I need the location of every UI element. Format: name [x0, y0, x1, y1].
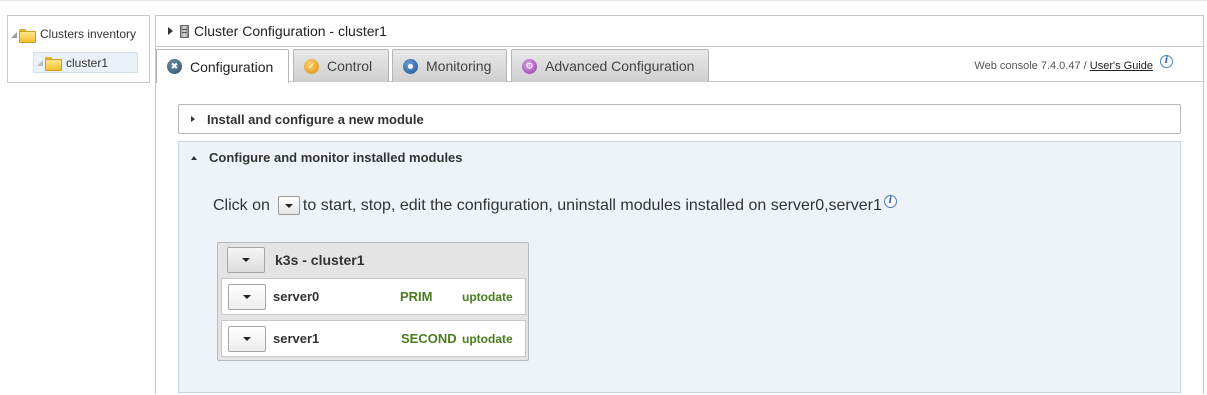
tab-label: Advanced Configuration [545, 58, 695, 74]
tree-root-clusters-inventory[interactable]: Clusters inventory [11, 25, 136, 43]
dropdown-example-button[interactable] [277, 196, 300, 215]
tree-expand-icon[interactable] [11, 31, 18, 38]
users-guide-link[interactable]: User's Guide [1090, 60, 1153, 72]
collapsed-arrow-icon [191, 116, 195, 122]
module-menu-button[interactable] [227, 246, 265, 273]
expanded-arrow-icon [191, 155, 197, 160]
section-title: Configure and monitor installed modules [209, 150, 463, 165]
instruction-line: Click on to start, stop, edit the config… [213, 195, 897, 215]
section-title: Install and configure a new module [207, 111, 424, 127]
tab-control[interactable]: ✓ Control [293, 49, 389, 82]
caret-down-icon [243, 336, 251, 341]
cluster-title-bar[interactable]: Cluster Configuration - cluster1 [156, 16, 1203, 47]
tab-label: Monitoring [426, 58, 492, 74]
tab-configuration[interactable]: ✖ Configuration [156, 49, 289, 83]
server-role: SECOND [401, 331, 457, 346]
tree-root-label: Clusters inventory [40, 27, 137, 41]
control-icon: ✓ [304, 58, 319, 74]
content-area: Install and configure a new module Confi… [156, 83, 1203, 395]
server-icon [180, 24, 189, 38]
caret-down-icon [284, 203, 293, 208]
monitoring-icon [403, 58, 418, 74]
server-name: server1 [273, 331, 320, 346]
caret-down-icon [243, 294, 251, 299]
tree-item-cluster1[interactable]: cluster1 [33, 52, 138, 73]
expand-arrow-icon[interactable] [168, 27, 173, 35]
configuration-icon: ✖ [167, 59, 182, 74]
install-module-section[interactable]: Install and configure a new module [178, 104, 1181, 134]
server-name: server0 [273, 289, 320, 304]
server-row: server0 PRIM uptodate [221, 278, 526, 315]
info-icon[interactable]: i [883, 195, 897, 208]
version-info: Web console 7.4.0.47 / User's Guide [974, 60, 1153, 72]
module-panel: k3s - cluster1 server0 PRIM uptodate ser… [217, 242, 529, 361]
server-status: uptodate [462, 289, 513, 304]
installed-modules-header[interactable]: Configure and monitor installed modules [191, 150, 463, 165]
tab-label: Configuration [190, 58, 274, 75]
caret-down-icon [242, 257, 250, 262]
server-menu-button[interactable] [228, 283, 266, 310]
page-title: Cluster Configuration - cluster1 [194, 23, 387, 39]
instruction-prefix: Click on [213, 196, 270, 214]
installed-modules-section: Configure and monitor installed modules … [178, 141, 1181, 393]
server-row: server1 SECOND uptodate [221, 320, 526, 357]
server-menu-button[interactable] [228, 325, 266, 352]
clusters-tree: Clusters inventory cluster1 [7, 15, 150, 83]
server-role: PRIM [400, 289, 433, 304]
server-status: uptodate [462, 331, 513, 346]
instruction-suffix: to start, stop, edit the configuration, … [302, 196, 882, 214]
module-header: k3s - cluster1 [218, 243, 528, 276]
folder-open-icon [19, 28, 36, 43]
tree-expand-icon[interactable] [37, 59, 44, 66]
folder-open-icon [45, 56, 62, 71]
module-name: k3s - cluster1 [275, 251, 365, 268]
tree-item-label: cluster1 [66, 55, 109, 70]
version-text: Web console 7.4.0.47 / [974, 60, 1090, 72]
info-icon[interactable]: i [1160, 55, 1173, 68]
tab-advanced-configuration[interactable]: ⚙ Advanced Configuration [511, 49, 709, 82]
tab-label: Control [327, 58, 373, 74]
main-panel: Cluster Configuration - cluster1 ✖ Confi… [155, 15, 1204, 394]
tab-bar: ✖ Configuration ✓ Control Monitoring ⚙ A… [156, 48, 1203, 83]
top-divider [0, 0, 1207, 1]
tab-monitoring[interactable]: Monitoring [392, 49, 507, 82]
advanced-config-icon: ⚙ [522, 58, 537, 74]
